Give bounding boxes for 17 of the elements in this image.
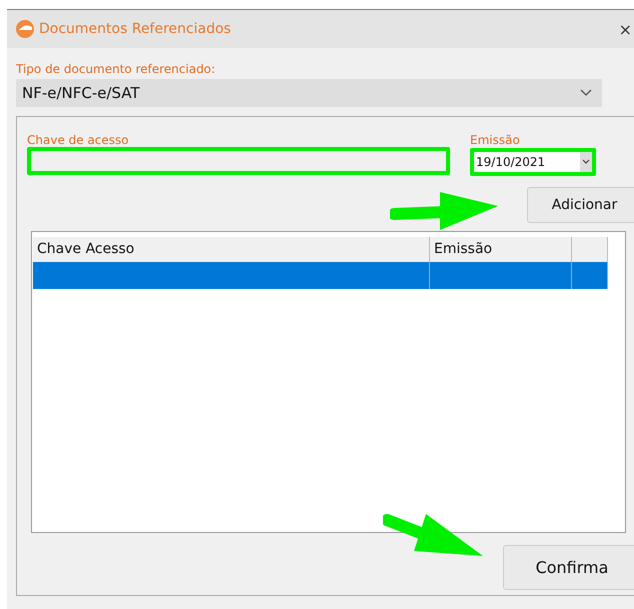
column-header[interactable]: Emissão [430,237,572,262]
field-label: Tipo de documento referenciado: [16,62,216,76]
close-button[interactable]: × [618,20,632,38]
logo-icon [15,19,35,39]
column-header[interactable] [572,237,608,262]
field-label: Chave de acesso [27,133,130,147]
chevron-icon [580,89,592,97]
column-header[interactable]: Chave Acesso [33,237,430,262]
access-key-field[interactable] [27,147,450,175]
confirm-button[interactable]: Confirma [503,545,634,590]
window-title: Documentos Referenciados [39,21,232,37]
date-field[interactable]: 19/10/2021 [470,148,596,176]
add-button[interactable]: Adicionar [527,187,634,223]
table-row[interactable] [33,262,608,289]
chevron-icon [582,159,590,165]
document-type-dropdown[interactable]: NF-e/NFC-e/SAT [16,79,602,107]
field-label: Emissão [470,133,521,147]
